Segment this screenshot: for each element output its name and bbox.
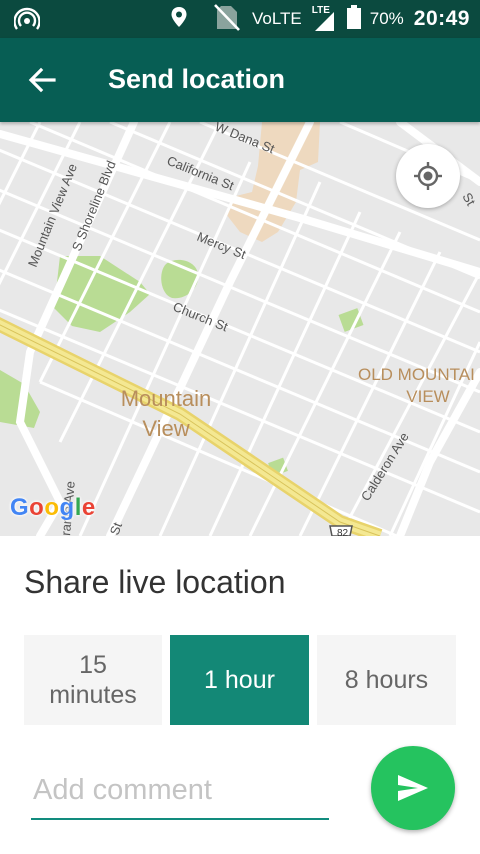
volte-label: VoLTE <box>251 9 302 28</box>
duration-8-hours[interactable]: 8 hours <box>317 635 456 725</box>
google-logo: Google <box>10 494 96 521</box>
duration-label: minutes <box>49 681 137 709</box>
battery-icon <box>346 4 362 35</box>
hotspot-icon <box>13 7 41 36</box>
send-button[interactable] <box>371 746 455 830</box>
comment-input[interactable] <box>31 764 331 816</box>
app-bar: Send location <box>0 38 480 122</box>
arrow-back-icon[interactable] <box>26 66 58 94</box>
city-label: Mountain <box>121 386 212 411</box>
send-icon <box>398 775 428 801</box>
share-live-location-sheet: Share live location 15 minutes 1 hour 8 … <box>0 536 480 854</box>
page-title: Send location <box>108 64 286 94</box>
sheet-title: Share live location <box>24 564 286 600</box>
my-location-button[interactable] <box>396 144 460 208</box>
status-bar: VoLTE LTE 70% 20:49 <box>0 0 480 38</box>
location-icon <box>170 6 188 33</box>
my-location-icon <box>414 162 442 190</box>
clock: 20:49 <box>413 7 470 30</box>
duration-15-minutes[interactable]: 15 minutes <box>24 635 162 725</box>
comment-field[interactable] <box>31 764 331 820</box>
signal-icon: LTE <box>312 4 336 34</box>
no-sim-icon <box>212 2 242 37</box>
district-label: VIEW <box>406 387 449 406</box>
duration-label: 15 <box>79 651 107 679</box>
district-label: OLD MOUNTAI <box>358 365 475 384</box>
highway-shield-label: 82 <box>337 528 349 536</box>
duration-label: 8 hours <box>344 666 429 694</box>
battery-percent: 70% <box>369 9 404 28</box>
map-view[interactable]: 82 W Dana St California St Mercy St Chur… <box>0 122 480 536</box>
duration-label: 1 hour <box>204 666 275 694</box>
duration-1-hour[interactable]: 1 hour <box>170 635 309 725</box>
city-label: View <box>142 416 189 441</box>
